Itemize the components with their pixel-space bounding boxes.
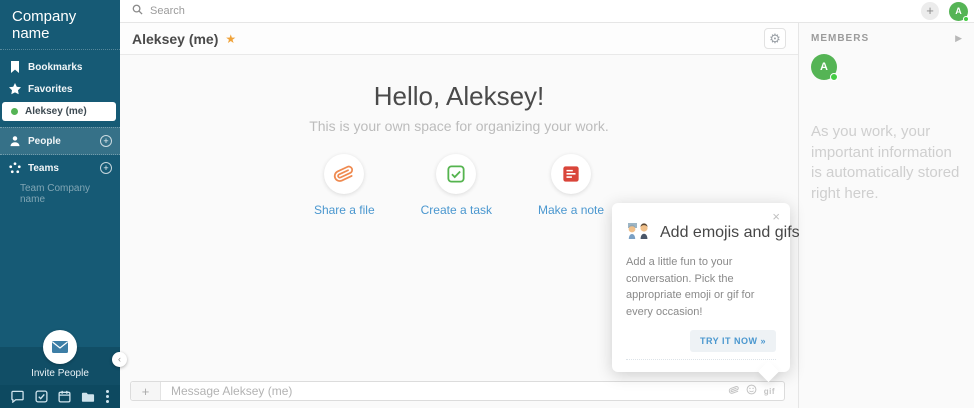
popup-arrow-icon (757, 360, 780, 383)
hero-title: Hello, Aleksey! (373, 81, 545, 111)
close-icon[interactable]: × (772, 210, 780, 223)
add-button[interactable]: + (921, 2, 939, 20)
popup-header: Add emojis and gifs (626, 220, 800, 245)
sidebar-taskbar (0, 385, 120, 408)
sidebar: Company name Bookmarks Favorites Aleksey… (0, 0, 120, 408)
teams-icon (8, 162, 22, 174)
members-panel: MEMBERS ▶ A As you work, your important … (798, 23, 974, 408)
main-area: + A Aleksey (me) ★ ⚙ Hello, Aleksey! Thi… (120, 0, 974, 408)
settings-gear-icon[interactable]: ⚙ (764, 28, 786, 49)
members-label: MEMBERS (811, 33, 870, 44)
sidebar-nav: Bookmarks Favorites Aleksey (me) People … (0, 50, 120, 207)
composer-icons: gif (728, 382, 784, 400)
message-composer[interactable]: + gif (130, 381, 785, 401)
hero-subtitle: This is your own space for organizing yo… (309, 118, 609, 134)
invite-people-label: Invite People (31, 368, 89, 379)
avatar-initial: A (955, 6, 962, 16)
member-avatar[interactable]: A (811, 54, 838, 81)
topbar: + A (120, 0, 974, 23)
app-window: Company name Bookmarks Favorites Aleksey… (0, 0, 974, 408)
emoji-figures-icon (626, 220, 652, 245)
avatar-initial: A (820, 61, 828, 73)
popup-button-row: TRY IT NOW » (626, 330, 776, 360)
more-icon[interactable] (105, 390, 109, 403)
sidebar-item-people[interactable]: People + (0, 127, 120, 155)
sidebar-item-teams[interactable]: Teams + (0, 155, 120, 181)
invite-people-section[interactable]: Invite People (0, 330, 120, 385)
add-team-icon[interactable]: + (100, 162, 112, 174)
message-input[interactable] (161, 384, 729, 398)
popup-title: Add emojis and gifs (660, 223, 800, 241)
attach-plus-button[interactable]: + (131, 382, 161, 400)
search-input[interactable] (150, 5, 921, 17)
workspace-title[interactable]: Company name (0, 0, 120, 50)
share-file-action[interactable]: Share a file (314, 154, 375, 217)
online-status-dot (830, 73, 838, 81)
calendar-icon[interactable] (58, 390, 71, 403)
members-header: MEMBERS ▶ (811, 33, 962, 44)
bookmark-icon (8, 61, 22, 73)
sidebar-item-label: Aleksey (me) (25, 106, 87, 117)
person-icon (8, 135, 22, 147)
favorite-star-icon[interactable]: ★ (225, 32, 236, 46)
gif-icon[interactable]: gif (764, 387, 775, 396)
tasks-icon[interactable] (35, 390, 48, 403)
sidebar-item-label: Bookmarks (28, 61, 83, 73)
chats-icon[interactable] (11, 390, 24, 403)
search-bar[interactable] (132, 2, 921, 20)
sidebar-item-label: People (28, 135, 61, 147)
star-icon (8, 83, 22, 95)
user-avatar[interactable]: A (949, 1, 969, 22)
emoji-smiley-icon[interactable] (746, 382, 757, 400)
sidebar-item-team-company-name[interactable]: Team Company name (0, 181, 120, 207)
content-column: Aleksey (me) ★ ⚙ Hello, Aleksey! This is… (120, 23, 800, 408)
online-status-dot (963, 15, 969, 22)
collapse-panel-icon[interactable]: ▶ (955, 33, 962, 44)
sidebar-item-label: Favorites (28, 83, 73, 95)
envelope-icon[interactable] (43, 330, 77, 364)
channel-title: Aleksey (me) (132, 30, 219, 47)
paperclip-icon[interactable] (324, 154, 365, 194)
sidebar-item-aleksey-me[interactable]: Aleksey (me) (2, 102, 116, 121)
search-icon (132, 2, 143, 20)
welcome-hero: Hello, Aleksey! This is your own space f… (120, 55, 798, 217)
make-note-action[interactable]: Make a note (538, 154, 604, 217)
content-header: Aleksey (me) ★ ⚙ (120, 23, 798, 55)
presence-dot-icon (11, 108, 18, 115)
try-it-now-button[interactable]: TRY IT NOW » (689, 330, 776, 352)
sidebar-item-bookmarks[interactable]: Bookmarks (0, 56, 120, 78)
emoji-tip-popup: × Add emojis and gifs Add a little fun t… (612, 203, 800, 383)
attachment-paperclip-icon[interactable] (728, 382, 739, 400)
action-label[interactable]: Create a task (421, 203, 492, 217)
add-people-icon[interactable]: + (100, 135, 112, 147)
sidebar-item-favorites[interactable]: Favorites (0, 78, 120, 100)
check-square-icon[interactable] (436, 154, 477, 194)
sidebar-collapse-icon[interactable]: ‹ (112, 352, 127, 367)
content-body: Hello, Aleksey! This is your own space f… (120, 55, 800, 408)
workspace: Aleksey (me) ★ ⚙ Hello, Aleksey! This is… (120, 23, 974, 408)
create-task-action[interactable]: Create a task (421, 154, 492, 217)
files-icon[interactable] (81, 391, 95, 403)
sidebar-item-label: Teams (28, 162, 59, 174)
popup-body-text: Add a little fun to your conversation. P… (626, 256, 755, 318)
action-label[interactable]: Share a file (314, 203, 375, 217)
action-label[interactable]: Make a note (538, 203, 604, 217)
panel-hint-text: As you work, your important information … (811, 123, 960, 203)
note-icon[interactable] (551, 154, 592, 194)
